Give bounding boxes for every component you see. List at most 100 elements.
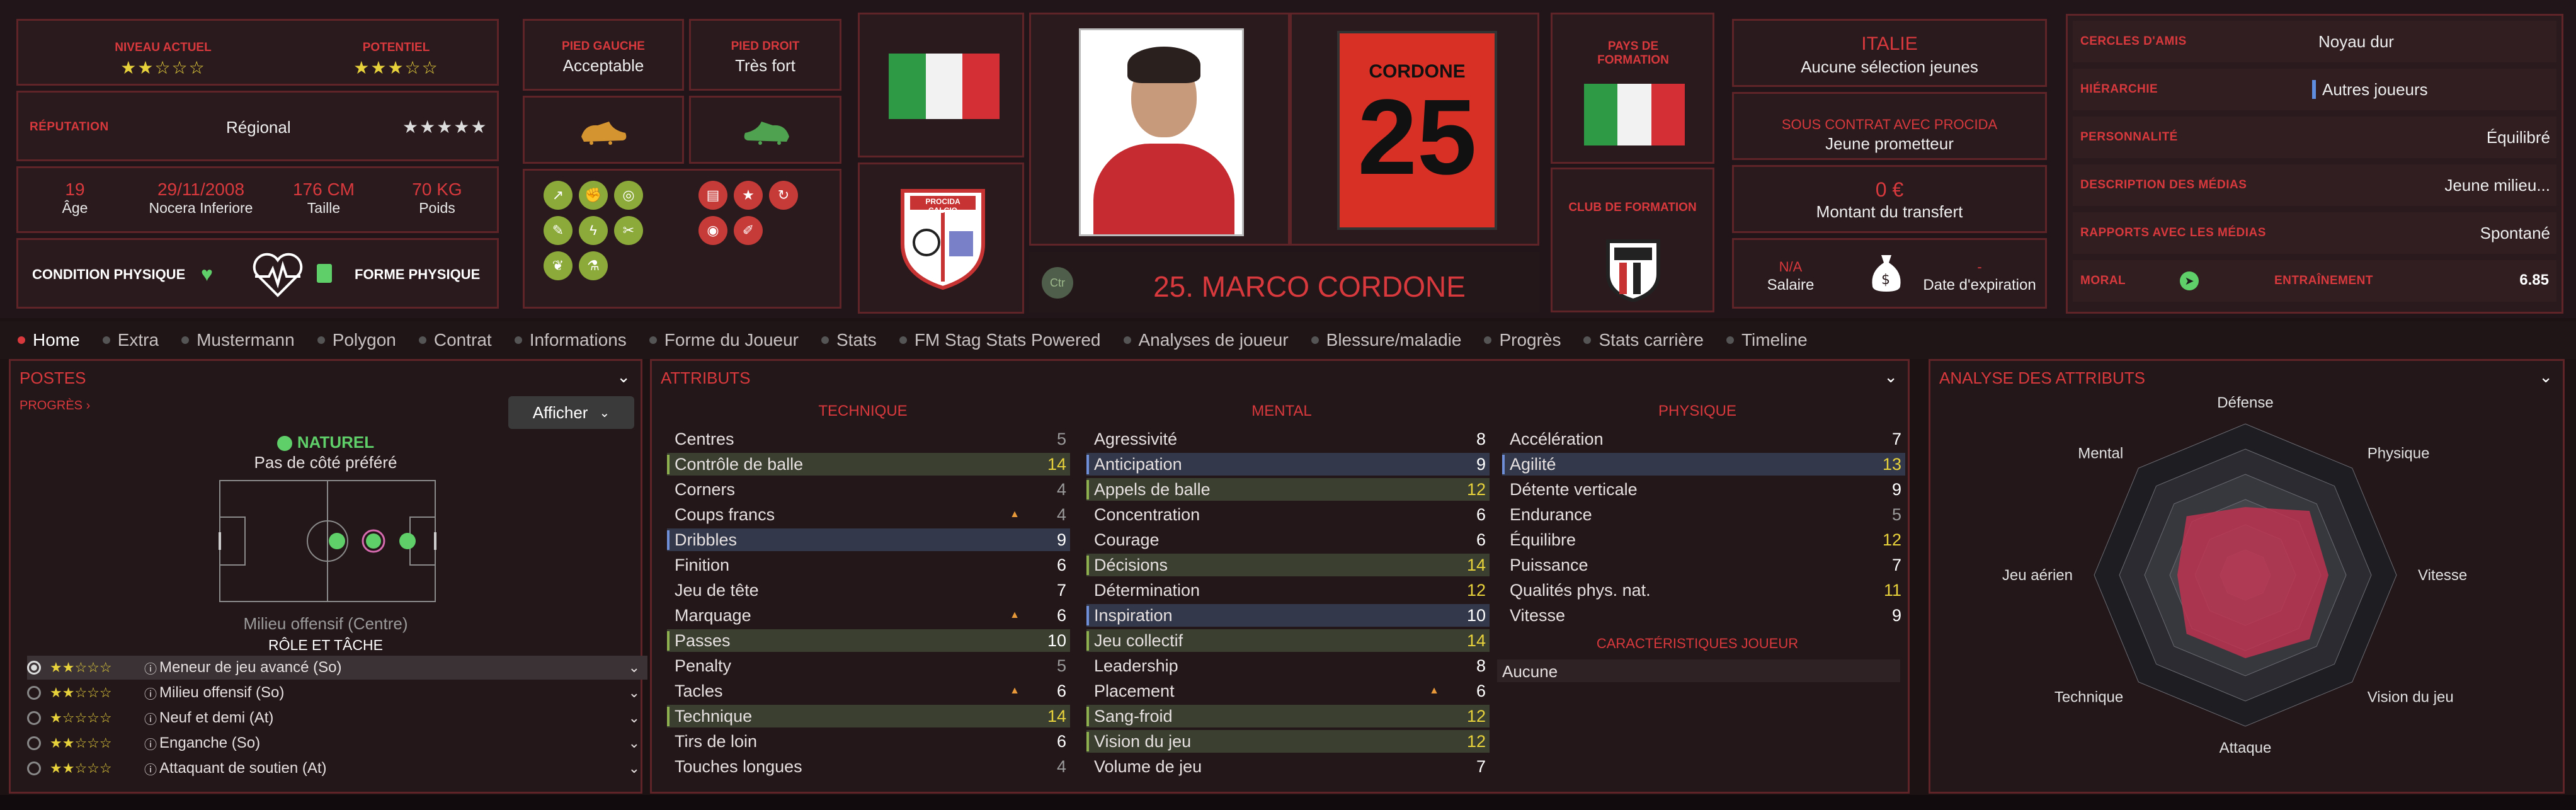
role-row[interactable]: ★☆☆☆☆ ⓘ Neuf et demi (At) ⌄ — [27, 706, 647, 730]
role-radio[interactable] — [27, 762, 41, 775]
radar-axis-label: Attaque — [2220, 739, 2272, 756]
tab-dot-icon — [1583, 336, 1592, 344]
tab-5[interactable]: Informations — [514, 321, 627, 359]
attribute-row[interactable]: Dribbles 9 — [667, 528, 1070, 551]
role-row[interactable]: ★★☆☆☆ ⓘ Milieu offensif (So) ⌄ — [27, 681, 647, 705]
attribute-row[interactable]: Agilité 13 — [1502, 453, 1905, 476]
attribute-row[interactable]: Détente verticale 9 — [1502, 478, 1905, 501]
attribute-row[interactable]: Jeu collectif 14 — [1086, 629, 1490, 652]
role-chevron-icon[interactable]: ⌄ — [629, 735, 640, 751]
analysis-panel: ANALYSE DES ATTRIBUTS ⌄ Défense Physique V… — [1929, 359, 2565, 794]
role-chevron-icon[interactable]: ⌄ — [629, 760, 640, 777]
positions-chevron-icon[interactable]: ⌄ — [617, 367, 630, 387]
role-radio[interactable] — [27, 736, 41, 750]
training-country-flag — [1584, 84, 1685, 145]
attribute-row[interactable]: Concentration 6 — [1086, 503, 1490, 526]
attribute-row[interactable]: Tacles ▲ 6 — [667, 680, 1070, 702]
tab-label: Home — [33, 330, 80, 350]
hierarchy-marker — [2312, 80, 2316, 99]
weight-label: Poids — [419, 200, 455, 216]
role-row[interactable]: ★★☆☆☆ ⓘ Enganche (So) ⌄ — [27, 731, 647, 755]
attribute-row[interactable]: Centres 5 — [667, 428, 1070, 450]
attribute-row[interactable]: Vitesse 9 — [1502, 604, 1905, 627]
attribute-row[interactable]: Jeu de tête 7 — [667, 579, 1070, 602]
attribute-row[interactable]: Coups francs ▲ 4 — [667, 503, 1070, 526]
attribute-row[interactable]: Courage 6 — [1086, 528, 1490, 551]
attribute-row[interactable]: Placement ▲ 6 — [1086, 680, 1490, 702]
attribute-row[interactable]: Décisions 14 — [1086, 554, 1490, 576]
attribute-row[interactable]: Agressivité 8 — [1086, 428, 1490, 450]
tab-13[interactable]: Timeline — [1726, 321, 1808, 359]
tab-label: FM Stag Stats Powered — [914, 330, 1101, 350]
tab-4[interactable]: Contrat — [418, 321, 492, 359]
attribute-value: 5 — [1891, 505, 1901, 524]
tab-11[interactable]: Progrès — [1484, 321, 1561, 359]
tab-dot-icon — [181, 336, 190, 344]
attribute-row[interactable]: Détermination 12 — [1086, 579, 1490, 602]
attribute-row[interactable]: Finition 6 — [667, 554, 1070, 576]
tab-6[interactable]: Forme du Joueur — [649, 321, 799, 359]
attribute-row[interactable]: Marquage ▲ 6 — [667, 604, 1070, 627]
role-radio[interactable] — [27, 711, 41, 725]
tab-1[interactable]: Extra — [102, 321, 159, 359]
tab-0[interactable]: Home — [18, 321, 80, 359]
tab-10[interactable]: Blessure/maladie — [1311, 321, 1461, 359]
role-row[interactable]: ★★☆☆☆ ⓘ Attaquant de soutien (At) ⌄ — [27, 756, 647, 780]
attributes-chevron-icon[interactable]: ⌄ — [1884, 367, 1898, 387]
role-chevron-icon[interactable]: ⌄ — [629, 685, 640, 701]
tab-2[interactable]: Mustermann — [181, 321, 295, 359]
radar-axis-label: Physique — [2368, 445, 2430, 462]
social-panel: CERCLES D'AMIS Noyau dur HIÉRARCHIE Autr… — [2066, 14, 2563, 314]
tab-label: Progrès — [1499, 330, 1561, 350]
role-name: Attaquant de soutien (At) — [159, 760, 327, 777]
role-chevron-icon[interactable]: ⌄ — [629, 659, 640, 676]
role-radio[interactable] — [27, 661, 41, 675]
progress-link[interactable]: PROGRÈS › — [20, 399, 90, 413]
attribute-row[interactable]: Qualités phys. nat. 11 — [1502, 579, 1905, 602]
attribute-row[interactable]: Anticipation 9 — [1086, 453, 1490, 476]
attribute-row[interactable]: Équilibre 12 — [1502, 528, 1905, 551]
attribute-name: Contrôle de balle — [667, 454, 1045, 474]
role-row[interactable]: ★★☆☆☆ ⓘ Meneur de jeu avancé (So) ⌄ — [27, 656, 647, 680]
tab-9[interactable]: Analyses de joueur — [1123, 321, 1289, 359]
attribute-row[interactable]: Corners 4 — [667, 478, 1070, 501]
age-value: 19 — [65, 180, 85, 199]
attribute-row[interactable]: Contrôle de balle 14 — [667, 453, 1070, 476]
attribute-row[interactable]: Tirs de loin 6 — [667, 730, 1070, 753]
attribute-row[interactable]: Leadership 8 — [1086, 654, 1490, 677]
role-name: Enganche (So) — [159, 734, 261, 751]
attribute-row[interactable]: Endurance 5 — [1502, 503, 1905, 526]
attribute-row[interactable]: Volume de jeu 7 — [1086, 755, 1490, 778]
attribute-row[interactable]: Puissance 7 — [1502, 554, 1905, 576]
player-name: 25. MARCO CORDONE — [1153, 270, 1466, 303]
attribute-row[interactable]: Technique 14 — [667, 705, 1070, 727]
attribute-row[interactable]: Appels de balle 12 — [1086, 478, 1490, 501]
tab-3[interactable]: Polygon — [317, 321, 396, 359]
attribute-row[interactable]: Touches longues 4 — [667, 755, 1070, 778]
analysis-title: ANALYSE DES ATTRIBUTS — [1939, 368, 2146, 387]
attribute-row[interactable]: Passes 10 — [667, 629, 1070, 652]
attribute-row[interactable]: Accélération 7 — [1502, 428, 1905, 450]
media-desc-label: DESCRIPTION DES MÉDIAS — [2080, 178, 2247, 191]
photo-panel — [1029, 13, 1290, 246]
attribute-row[interactable]: Sang-froid 12 — [1086, 705, 1490, 727]
leaf-icon: ❦ — [544, 251, 573, 280]
role-chevron-icon[interactable]: ⌄ — [629, 710, 640, 726]
attribute-value: 7 — [1891, 555, 1901, 574]
tab-12[interactable]: Stats carrière — [1583, 321, 1704, 359]
form-label: FORME PHYSIQUE — [355, 266, 481, 282]
name-bar: Ctr 25. MARCO CORDONE — [1029, 252, 1539, 312]
attribute-value: 10 — [1466, 605, 1486, 625]
attribute-row[interactable]: Inspiration 10 — [1086, 604, 1490, 627]
attribute-row[interactable]: Penalty 5 — [667, 654, 1070, 677]
role-radio[interactable] — [27, 686, 41, 700]
right-boot-icon — [744, 122, 789, 145]
positions-panel: POSTES ⌄ PROGRÈS › Afficher ⌄ NATUREL Pas… — [9, 359, 647, 794]
attribute-row[interactable]: Vision du jeu 12 — [1086, 730, 1490, 753]
tab-7[interactable]: Stats — [821, 321, 877, 359]
contract-sub: Jeune prometteur — [1825, 134, 1954, 153]
attribute-value: 8 — [1476, 429, 1486, 448]
show-button[interactable]: Afficher ⌄ — [508, 396, 634, 429]
analysis-chevron-icon[interactable]: ⌄ — [2539, 367, 2553, 387]
tab-8[interactable]: FM Stag Stats Powered — [899, 321, 1101, 359]
